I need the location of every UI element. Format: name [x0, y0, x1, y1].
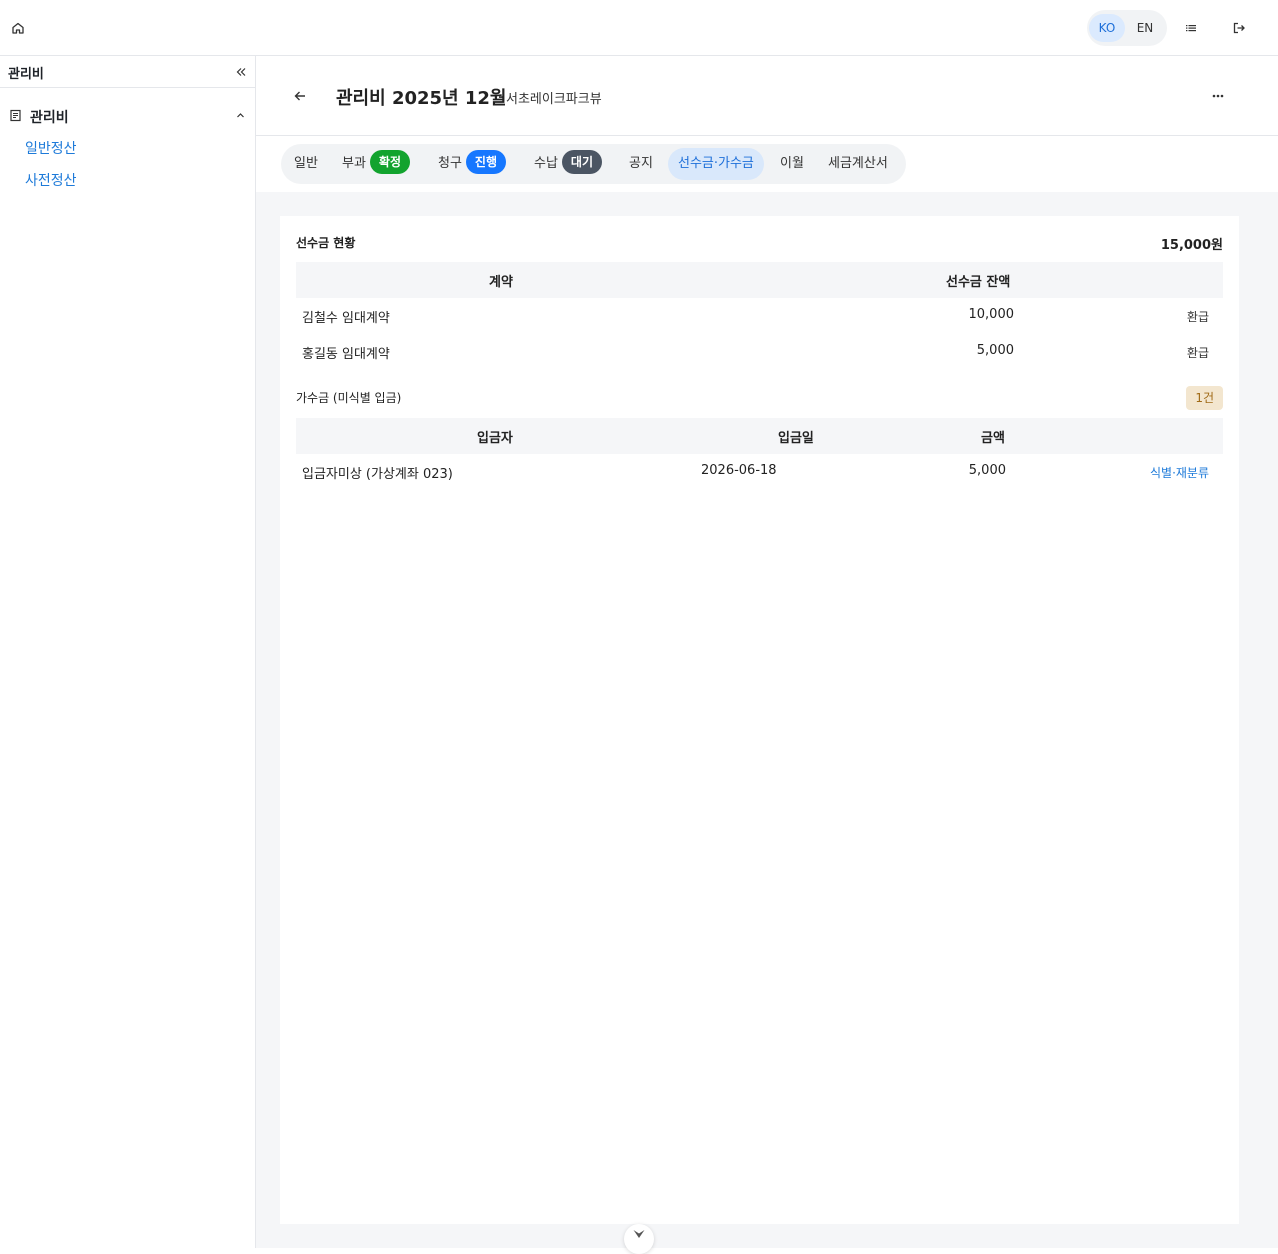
sidebar-group-maintenance-fee[interactable]: 관리비: [0, 104, 255, 128]
tab-levy[interactable]: 부과 확정: [342, 148, 411, 180]
column-header-date: 입금일: [778, 431, 814, 446]
status-badge: 확정: [369, 150, 411, 174]
more-options-icon[interactable]: [1208, 88, 1228, 104]
lang-ko-button[interactable]: KO: [1089, 14, 1125, 42]
suspense-count-badge: 1건: [1186, 386, 1223, 410]
receipt-icon: [9, 109, 22, 122]
page-title: 관리비 2025년 12월: [336, 88, 507, 109]
prepaid-total: 15,000원: [1160, 238, 1223, 253]
deposit-date: 2026-06-18: [701, 463, 777, 478]
tabs-area: 일반 부과 확정 청구 진행 수납 대기 공지 선수금·가수금 이월 세금계산서: [256, 136, 1278, 192]
tab-label: 수납: [534, 156, 558, 171]
tab-tax-invoice[interactable]: 세금계산서: [828, 148, 888, 180]
column-header-balance: 선수금 잔액: [946, 275, 1011, 290]
sidebar-header: 관리비: [0, 56, 255, 88]
depositor-name: 입금자미상 (가상계좌 023): [302, 467, 453, 482]
home-icon[interactable]: [10, 20, 26, 36]
column-header-amount: 금액: [981, 431, 1005, 446]
tab-bar: 일반 부과 확정 청구 진행 수납 대기 공지 선수금·가수금 이월 세금계산서: [281, 144, 906, 184]
refund-button[interactable]: 환급: [1187, 308, 1209, 325]
prepaid-table-header: 계약 선수금 잔액: [296, 262, 1223, 298]
column-header-depositor: 입금자: [477, 431, 513, 446]
status-badge: 대기: [561, 150, 603, 174]
status-badge: 진행: [465, 150, 507, 174]
tab-billing[interactable]: 청구 진행: [438, 148, 507, 180]
deposit-amount: 5,000: [968, 463, 1006, 478]
lang-en-button[interactable]: EN: [1127, 14, 1163, 42]
scroll-down-icon[interactable]: [624, 1224, 654, 1254]
suspense-section-title: 가수금 (미식별 입금): [296, 391, 402, 405]
table-row: 김철수 임대계약 10,000 환급: [296, 298, 1223, 334]
contract-name: 홍길동 임대계약: [302, 347, 390, 362]
page-header: 관리비 2025년 12월 서초레이크파크뷰: [256, 56, 1278, 136]
tab-prepaid-suspense[interactable]: 선수금·가수금: [668, 148, 764, 180]
table-row: 홍길동 임대계약 5,000 환급: [296, 334, 1223, 370]
sidebar-group-label: 관리비: [30, 110, 69, 126]
sidebar-title: 관리비: [8, 67, 44, 82]
sidebar-item-pre-settlement[interactable]: 사전정산: [25, 170, 77, 190]
arrow-left-icon[interactable]: [292, 88, 308, 104]
refund-button[interactable]: 환급: [1187, 344, 1209, 361]
prepaid-balance: 10,000: [968, 307, 1015, 322]
sidebar-item-general-settlement[interactable]: 일반정산: [25, 138, 77, 158]
chevron-up-icon: [235, 110, 246, 121]
page-subtitle: 서초레이크파크뷰: [506, 92, 602, 107]
language-switcher: KO EN: [1087, 10, 1167, 46]
table-row: 입금자미상 (가상계좌 023) 2026-06-18 5,000 식별·재분류: [296, 454, 1223, 490]
tab-label: 청구: [438, 156, 462, 171]
contract-name: 김철수 임대계약: [302, 311, 390, 326]
logout-icon[interactable]: [1231, 20, 1247, 36]
tab-collection[interactable]: 수납 대기: [534, 148, 603, 180]
top-bar: KO EN: [0, 0, 1278, 56]
prepaid-balance: 5,000: [976, 343, 1014, 358]
tab-label: 공지: [629, 156, 653, 171]
tab-label: 일반: [294, 156, 318, 171]
collapse-sidebar-icon[interactable]: [234, 65, 248, 79]
content-card: 선수금 현황 15,000원 계약 선수금 잔액 김철수 임대계약 10,000…: [280, 216, 1239, 1224]
column-header-contract: 계약: [489, 275, 513, 290]
tab-label: 세금계산서: [828, 156, 888, 171]
suspense-table-header: 입금자 입금일 금액: [296, 418, 1223, 454]
tab-label: 부과: [342, 156, 366, 171]
tab-general[interactable]: 일반: [294, 148, 318, 180]
tab-label: 이월: [780, 156, 804, 171]
sidebar: 관리비 관리비 일반정산 사전정산: [0, 56, 256, 1248]
list-icon[interactable]: [1183, 20, 1199, 36]
identify-reclassify-link[interactable]: 식별·재분류: [1150, 464, 1209, 481]
prepaid-section-title: 선수금 현황: [296, 236, 356, 250]
tab-carryover[interactable]: 이월: [780, 148, 804, 180]
tab-label: 선수금·가수금: [678, 156, 754, 171]
tab-notice[interactable]: 공지: [629, 148, 653, 180]
